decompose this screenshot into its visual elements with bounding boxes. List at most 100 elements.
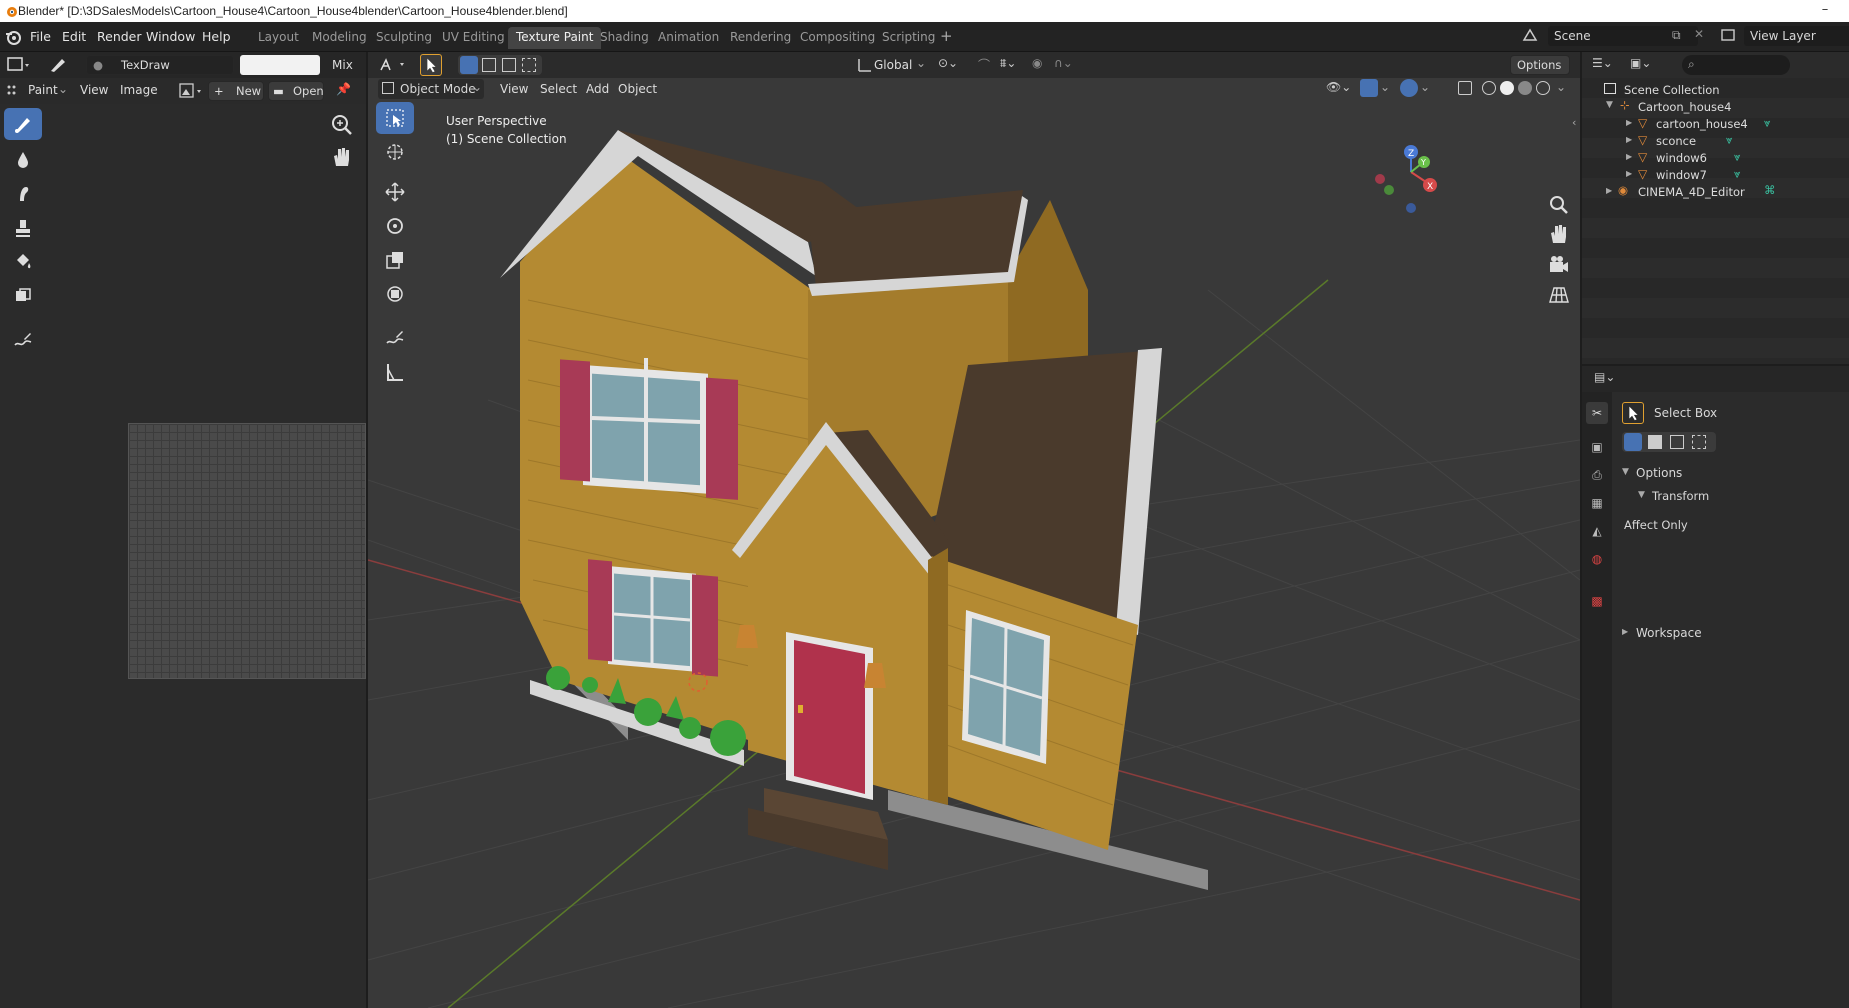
proportional-edit-icon[interactable]: ◉	[1032, 56, 1042, 70]
chevron-down-icon[interactable]: ⌄	[1556, 80, 1566, 94]
select-box-tool-button[interactable]	[376, 102, 414, 134]
mask-tool-button[interactable]	[4, 280, 42, 312]
select-invert-icon[interactable]	[1692, 435, 1706, 449]
smear-tool-button[interactable]	[4, 178, 42, 210]
measure-tool-button[interactable]	[376, 356, 414, 388]
zoom-icon[interactable]	[328, 112, 356, 138]
viewport-3d-scene[interactable]: Z X Y	[368, 100, 1580, 1008]
scene-delete-icon[interactable]: ✕	[1694, 27, 1704, 41]
tab-compositing[interactable]: Compositing	[792, 27, 883, 49]
new-image-button[interactable]: + New	[208, 81, 264, 101]
transform-orientation-dropdown[interactable]: Global	[874, 58, 912, 72]
camera-view-icon[interactable]	[1546, 252, 1572, 278]
selection-mode-group[interactable]	[458, 55, 542, 75]
soften-tool-button[interactable]	[4, 144, 42, 176]
menu-object[interactable]: Object	[618, 82, 657, 96]
overlays-toggle-icon[interactable]	[1400, 79, 1418, 97]
snap-icon[interactable]: ⌒	[978, 56, 990, 73]
tab-output[interactable]: ⎙	[1586, 464, 1608, 486]
menu-view[interactable]: View	[500, 82, 528, 96]
chevron-down-icon[interactable]: ⌄	[916, 56, 926, 70]
editor-type-icon[interactable]	[6, 56, 32, 74]
transform-tool-button[interactable]	[376, 278, 414, 310]
view-layer-field[interactable]: View Layer	[1744, 26, 1849, 46]
move-tool-button[interactable]	[376, 176, 414, 208]
material-shading-icon[interactable]	[1518, 81, 1532, 95]
menu-file[interactable]: File	[30, 29, 51, 44]
scene-copy-icon[interactable]: ⧉	[1672, 28, 1681, 43]
tab-animation[interactable]: Animation	[650, 27, 727, 49]
pan-hand-icon[interactable]	[1546, 222, 1572, 248]
pivot-point-icon[interactable]: ⊙⌄	[938, 56, 958, 70]
select-new-icon[interactable]	[460, 56, 478, 74]
image-browse-icon[interactable]	[178, 83, 206, 99]
snap-target-icon[interactable]: ⩩⌄	[1000, 56, 1016, 71]
tab-texture[interactable]: ▩	[1586, 590, 1608, 612]
perspective-toggle-icon[interactable]	[1546, 282, 1572, 308]
draw-tool-button[interactable]	[4, 108, 42, 140]
wireframe-shading-icon[interactable]	[1482, 81, 1496, 95]
brush-icon[interactable]	[48, 56, 68, 74]
menu-select[interactable]: Select	[540, 82, 577, 96]
annotate-tool-button[interactable]	[376, 322, 414, 354]
brush-selector[interactable]: ● TexDraw	[86, 55, 234, 75]
select-extend-icon[interactable]	[1648, 435, 1662, 449]
tab-modeling[interactable]: Modeling	[304, 27, 375, 49]
editor-type-icon[interactable]: ▤⌄	[1594, 370, 1615, 384]
outliner-item-camera[interactable]: ▶ ◉ CINEMA_4D_Editor ⌘	[1582, 182, 1849, 202]
tab-scripting[interactable]: Scripting	[874, 27, 943, 49]
expand-arrow-icon[interactable]: ▶	[1626, 135, 1632, 144]
options-section-header[interactable]: ▼ Options	[1612, 462, 1849, 486]
mesh-data-icon[interactable]: ⩔	[1734, 167, 1741, 182]
tab-rendering[interactable]: Rendering	[722, 27, 799, 49]
tab-render[interactable]: ▣	[1586, 436, 1608, 458]
camera-data-icon[interactable]: ⌘	[1764, 183, 1776, 197]
expand-arrow-icon[interactable]: ▶	[1626, 152, 1632, 161]
tab-world[interactable]: ◍	[1586, 548, 1608, 570]
add-workspace-button[interactable]: +	[940, 27, 953, 45]
display-mode-icon[interactable]: ▣⌄	[1630, 56, 1651, 70]
outliner-search-field[interactable]: ⌕	[1682, 55, 1790, 75]
minimize-button[interactable]: –	[1805, 2, 1845, 20]
falloff-icon[interactable]: ∩⌄	[1054, 56, 1073, 70]
gizmo-toggle-icon[interactable]	[1360, 79, 1378, 97]
select-new-icon[interactable]	[1624, 433, 1642, 451]
menu-view[interactable]: View	[80, 83, 108, 97]
blend-mode[interactable]: Mix	[332, 58, 353, 72]
select-subtract-icon[interactable]	[502, 58, 516, 72]
tab-shading[interactable]: Shading	[592, 27, 657, 49]
expand-arrow-icon[interactable]: ▶	[1626, 118, 1632, 127]
menu-help[interactable]: Help	[202, 29, 231, 44]
cursor-tool-button[interactable]	[376, 136, 414, 168]
tab-view-layer[interactable]: ▦	[1586, 492, 1608, 514]
scene-icon[interactable]	[1520, 26, 1540, 46]
pan-hand-icon[interactable]	[328, 144, 356, 170]
scale-tool-button[interactable]	[376, 244, 414, 276]
mesh-data-icon[interactable]: ⩔	[1726, 133, 1733, 148]
editor-type-icon[interactable]	[378, 56, 408, 74]
brush-color-swatch[interactable]	[240, 55, 320, 75]
rotate-tool-button[interactable]	[376, 210, 414, 242]
house-model[interactable]	[500, 130, 1208, 890]
image-canvas-grid[interactable]	[128, 423, 366, 679]
zoom-icon[interactable]	[1546, 192, 1572, 218]
tab-tool[interactable]: ✂	[1586, 402, 1608, 424]
options-dropdown[interactable]: Options ⌄	[1510, 55, 1570, 90]
chevron-down-icon[interactable]: ⌄	[1380, 80, 1390, 94]
annotate-tool-button[interactable]	[4, 324, 42, 356]
tab-texture-paint[interactable]: Texture Paint	[508, 27, 602, 49]
tab-scene[interactable]: ◭	[1586, 520, 1608, 542]
open-image-button[interactable]: ▬ Open	[268, 81, 324, 101]
mesh-data-icon[interactable]: ⩔	[1764, 116, 1771, 131]
rendered-shading-icon[interactable]	[1536, 81, 1550, 95]
object-mode-dropdown[interactable]: Object Mode ⌄	[378, 79, 484, 99]
tab-sculpting[interactable]: Sculpting	[368, 27, 440, 49]
menu-render[interactable]: Render	[97, 29, 142, 44]
tab-layout[interactable]: Layout	[250, 27, 307, 49]
selection-mode-group[interactable]	[1622, 432, 1716, 452]
chevron-down-icon[interactable]: ⌄	[58, 82, 68, 96]
expand-arrow-icon[interactable]: ▶	[1626, 169, 1632, 178]
visibility-eye-icon[interactable]: 👁⌄	[1326, 80, 1351, 94]
blender-menu-icon[interactable]	[4, 28, 22, 46]
select-extend-icon[interactable]	[482, 58, 496, 72]
